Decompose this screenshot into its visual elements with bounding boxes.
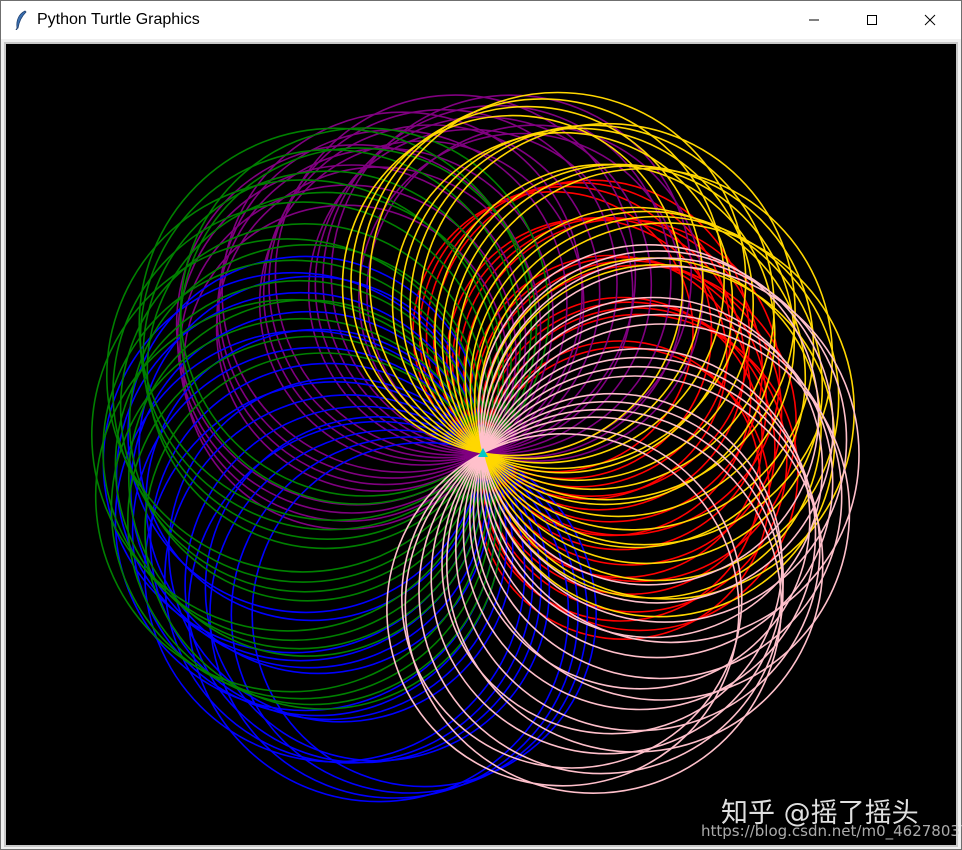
turtle-window: Python Turtle Graphics 知乎 @摇了摇头 https://… [0, 0, 962, 850]
turtle-canvas[interactable] [4, 42, 958, 847]
title-bar[interactable]: Python Turtle Graphics [1, 1, 961, 39]
window-title: Python Turtle Graphics [37, 11, 200, 28]
maximize-icon [867, 15, 877, 25]
spirograph-drawing [90, 91, 860, 803]
pink-circle [482, 265, 860, 644]
close-button[interactable] [907, 1, 953, 39]
minimize-button[interactable] [791, 1, 837, 39]
minimize-icon [809, 19, 819, 21]
green-circle [119, 222, 490, 593]
url-watermark: https://blog.csdn.net/m0_46278037 [701, 822, 962, 840]
maximize-button[interactable] [849, 1, 895, 39]
feather-icon [15, 10, 27, 30]
close-icon [924, 14, 936, 26]
